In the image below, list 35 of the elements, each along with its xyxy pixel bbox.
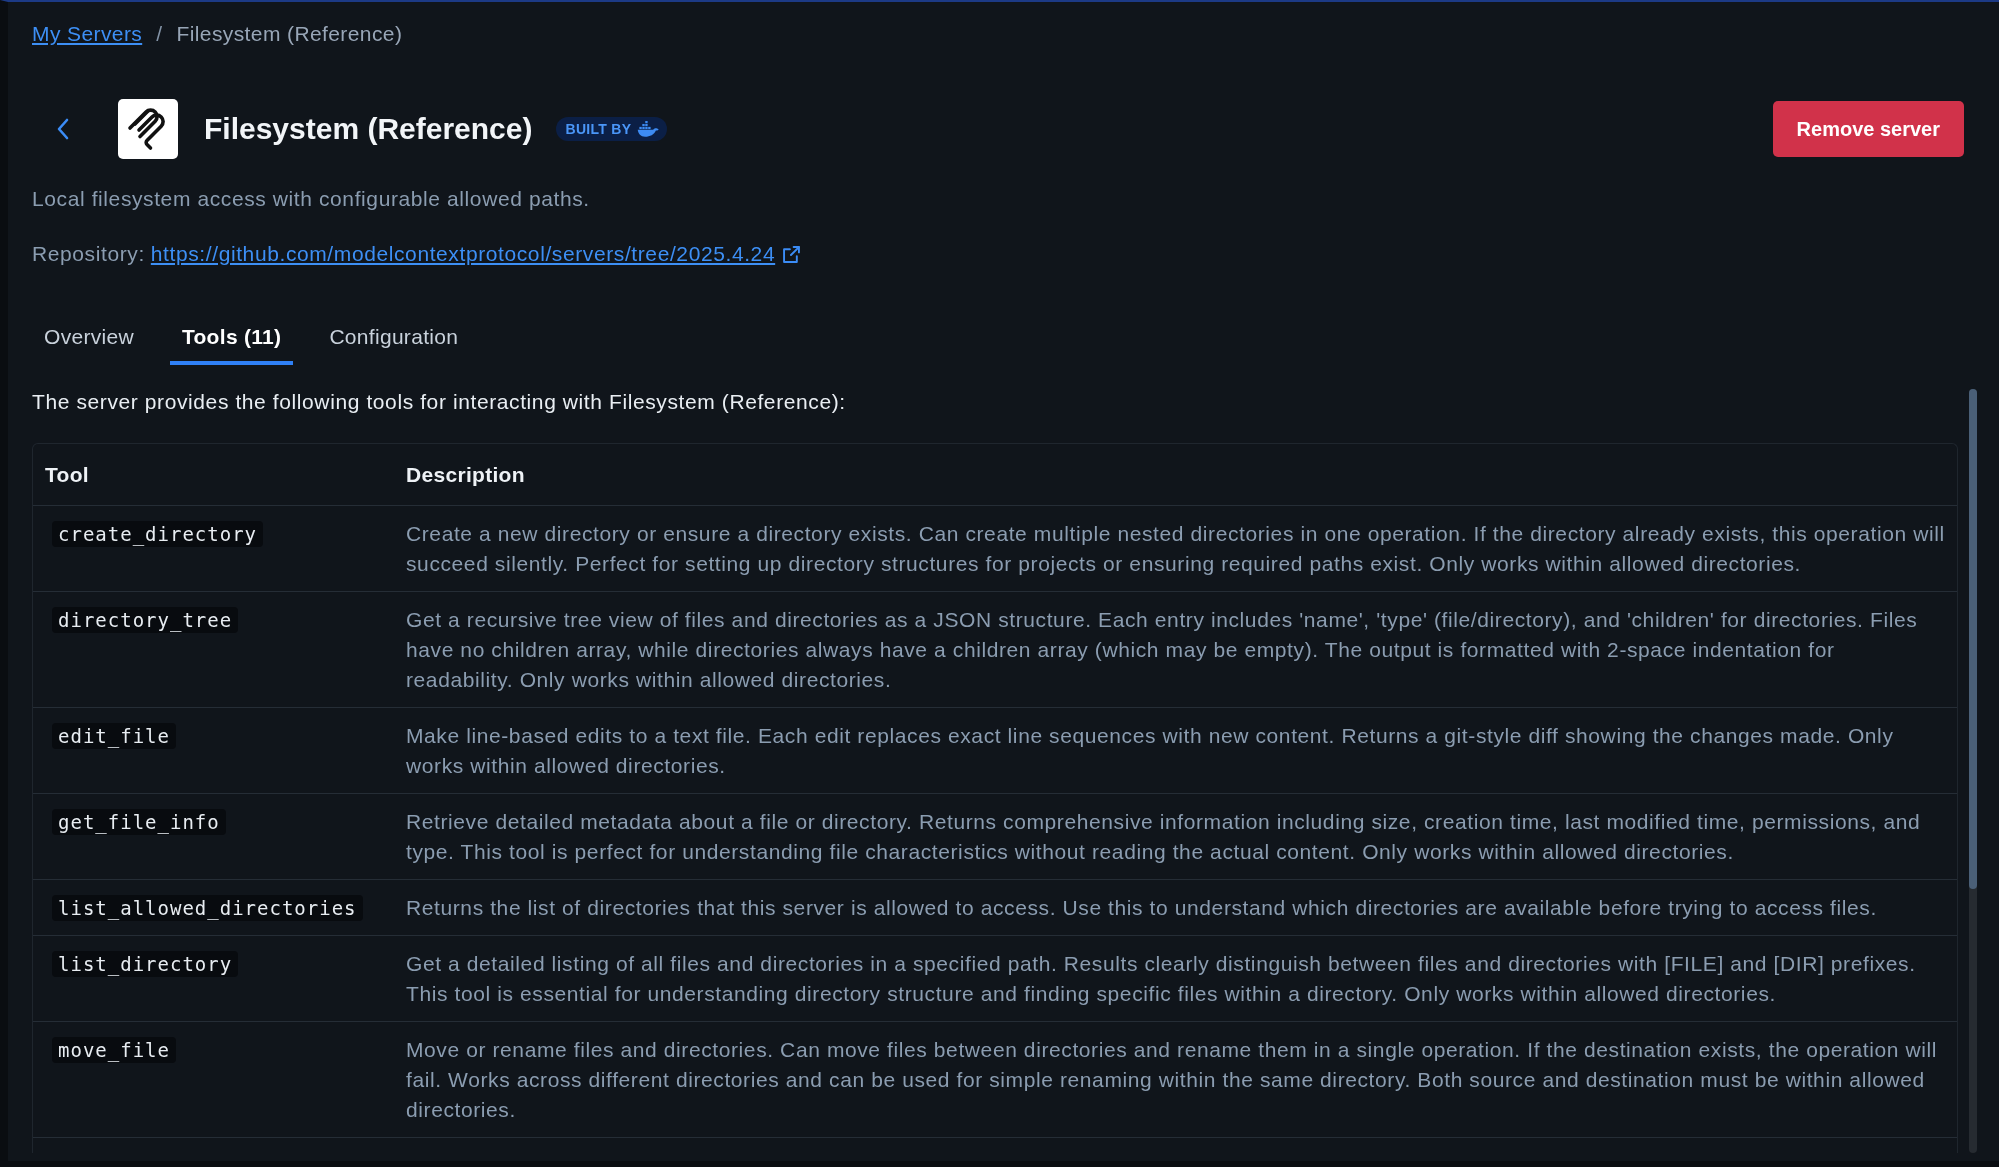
breadcrumb-link[interactable]: My Servers: [32, 20, 143, 48]
intro-text: The server provides the following tools for interacting with Filesystem (Reference):: [32, 389, 847, 415]
tool-description: Make line-based edits to a text file. Each edit replaces exact line sequences with new content. Returns a git-style diff showing the changes made. Only works within allowed directories.: [405, 723, 1895, 779]
tool-description: Get a recursive tree view of files and directories as a JSON structure. Each entry includes 'name', 'type' (file/directory), and 'children' for directories. Files have no children array, while directories always have a children array (which may be empty). The output is formatted with 2-space indentation for readability. Only works within allowed directories.: [405, 607, 1919, 693]
scrollbar-thumb[interactable]: [1969, 389, 1977, 889]
back-button[interactable]: [57, 118, 69, 140]
remove-server-button[interactable]: Remove server: [1772, 101, 1964, 157]
tool-description: Returns the list of directories that this server is allowed to access. Use this to understand which directories are available before trying to access files.: [405, 895, 1878, 921]
tool-name: list_directory: [52, 951, 239, 977]
tab[interactable]: Tools (11): [169, 316, 294, 365]
server-logo-icon: [118, 99, 178, 159]
tab[interactable]: Overview: [32, 316, 146, 365]
badge-label: BUILT BY: [565, 121, 632, 137]
tool-name: list_allowed_directories: [52, 895, 363, 921]
chevron-left-icon: [57, 118, 69, 140]
tool-description: Create a new directory or ensure a directory exists. Can create multiple nested directories in one operation. If the directory already exists, this operation will succeed silently. Perfect for setting up directory structures for projects or ensuring required paths exist. Only works within allowed directories.: [405, 521, 1946, 577]
repository-label: Repository:: [32, 241, 145, 267]
tool-name: create_directory: [52, 521, 264, 547]
tool-name: move_file: [52, 1037, 176, 1063]
tab[interactable]: Configuration: [317, 316, 471, 365]
tool-description: Move or rename files and directories. Can move files between directories and rename them in a single operation. If the destination exists, the operation will fail. Works across different directories and can be used for simple renaming within the same directory. Both source and destination must be within allowed directories.: [405, 1037, 1939, 1123]
tool-name: edit_file: [52, 723, 176, 749]
tool-name: directory_tree: [52, 607, 239, 633]
breadcrumb-current: Filesystem (Reference): [176, 21, 403, 47]
server-title: Filesystem (Reference): [204, 111, 533, 147]
tool-description: Retrieve detailed metadata about a file or directory. Returns comprehensive information including size, creation time, last modified time, permissions, and type. This tool is perfect for understanding file characteristics without reading the actual content. Only works within allowed directories.: [405, 809, 1922, 865]
external-link-icon[interactable]: [783, 245, 801, 263]
tool-description: Get a detailed listing of all files and directories in a specified path. Results clearly distinguish between files and directories with [FILE] and [DIR] prefixes. This tool is essential for understanding directory structure and finding specific files within a directory. Only works within allowed directories.: [405, 951, 1917, 1007]
column-header: Tool: [44, 462, 90, 488]
whale-icon: [637, 121, 660, 137]
breadcrumb-separator: /: [156, 21, 163, 47]
tool-name: get_file_info: [52, 809, 226, 835]
server-description: Local filesystem access with configurable allowed paths.: [32, 186, 591, 212]
column-header: Description: [405, 462, 526, 488]
repository-link[interactable]: https://github.com/modelcontextprotocol/servers/tree/2025.4.24: [150, 240, 776, 268]
